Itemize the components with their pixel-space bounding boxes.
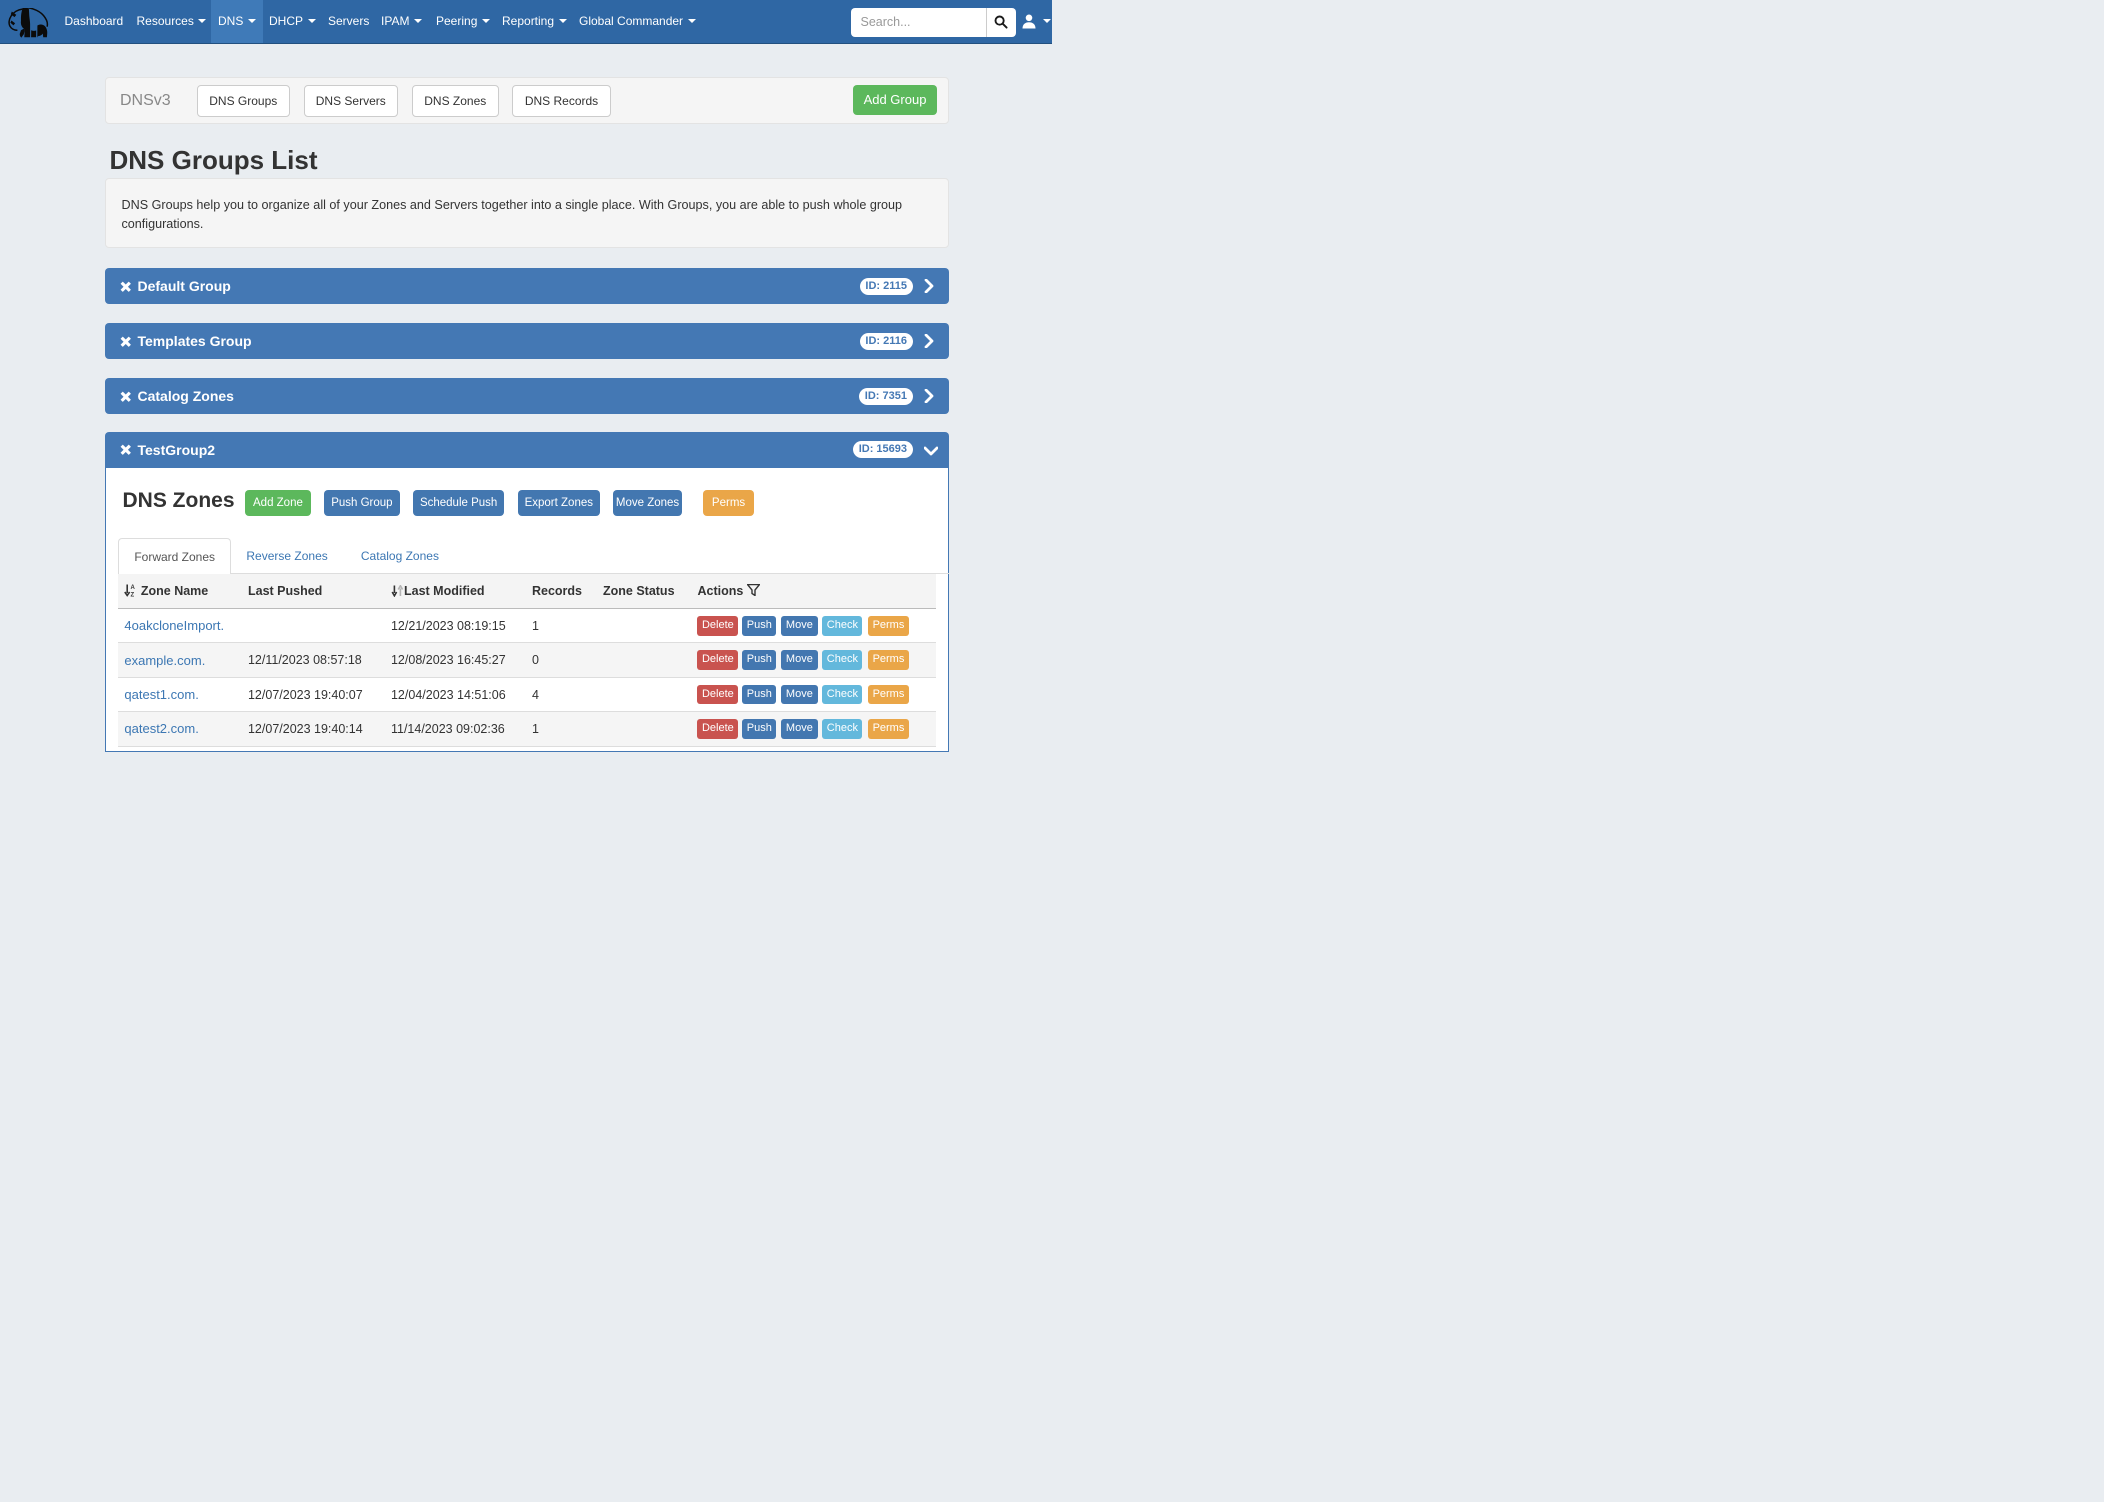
svg-text:Z: Z	[131, 593, 135, 598]
svg-text:A: A	[131, 585, 136, 591]
